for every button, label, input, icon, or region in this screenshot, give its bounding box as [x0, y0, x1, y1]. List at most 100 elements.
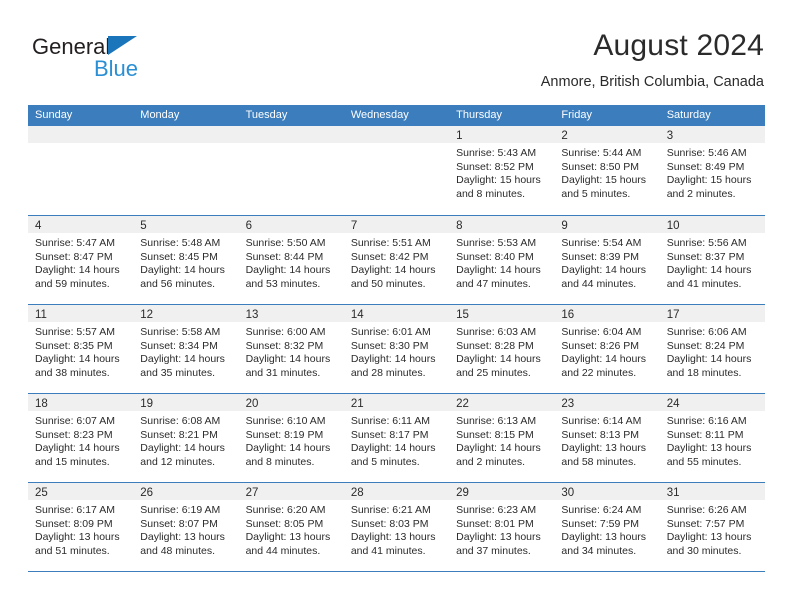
day-cell[interactable]: 1 Sunrise: 5:43 AM Sunset: 8:52 PM Dayli… — [449, 126, 555, 215]
daylight-line-1: Daylight: 15 hours — [456, 174, 541, 187]
day-number: 25 — [35, 487, 48, 499]
day-number: 12 — [140, 309, 154, 321]
day-cell[interactable]: 7 Sunrise: 5:51 AM Sunset: 8:42 PM Dayli… — [343, 216, 450, 304]
day-number: 10 — [666, 220, 680, 232]
day-cell[interactable]: 25 Sunrise: 6:17 AM Sunset: 8:09 PM Dayl… — [28, 483, 134, 571]
daylight-line-2: and 59 minutes. — [35, 277, 110, 290]
sunrise-line: Sunrise: 6:08 AM — [140, 415, 221, 427]
daylight-line-1: Daylight: 14 hours — [35, 442, 120, 455]
day-cell[interactable] — [28, 126, 134, 215]
day-number-strip: 22 — [449, 394, 555, 411]
calendar-bottom-border — [28, 571, 765, 572]
day-number-strip: 12 — [133, 305, 239, 322]
day-number-strip: 18 — [28, 394, 134, 411]
daylight-line-2: and 41 minutes. — [350, 544, 426, 557]
weekday-header-wednesday: Wednesday — [350, 109, 409, 121]
day-cell[interactable]: 22 Sunrise: 6:13 AM Sunset: 8:15 PM Dayl… — [449, 394, 555, 482]
day-cell[interactable] — [343, 126, 450, 215]
day-details: Sunrise: 6:00 AM Sunset: 8:32 PM Dayligh… — [239, 322, 344, 380]
day-number-strip: 9 — [554, 216, 660, 233]
daylight-line-2: and 15 minutes. — [35, 455, 110, 468]
sunset-line: Sunset: 8:26 PM — [561, 339, 640, 352]
daylight-line-1: Daylight: 14 hours — [35, 353, 120, 366]
day-cell[interactable]: 19 Sunrise: 6:08 AM Sunset: 8:21 PM Dayl… — [133, 394, 239, 482]
sunrise-line: Sunrise: 5:50 AM — [245, 237, 326, 249]
day-cell[interactable]: 18 Sunrise: 6:07 AM Sunset: 8:23 PM Dayl… — [28, 394, 134, 482]
day-cell[interactable]: 26 Sunrise: 6:19 AM Sunset: 8:07 PM Dayl… — [133, 483, 239, 571]
daylight-line-2: and 31 minutes. — [245, 366, 321, 379]
day-cell[interactable]: 16 Sunrise: 6:04 AM Sunset: 8:26 PM Dayl… — [554, 305, 660, 393]
day-cell[interactable]: 31 Sunrise: 6:26 AM Sunset: 7:57 PM Dayl… — [659, 483, 765, 571]
day-details — [133, 143, 238, 147]
day-cell[interactable]: 3 Sunrise: 5:46 AM Sunset: 8:49 PM Dayli… — [659, 126, 765, 215]
daylight-line-2: and 8 minutes. — [456, 187, 526, 200]
sunset-line: Sunset: 8:13 PM — [561, 428, 640, 441]
sunrise-line: Sunrise: 6:14 AM — [561, 415, 642, 427]
day-cell[interactable]: 17 Sunrise: 6:06 AM Sunset: 8:24 PM Dayl… — [659, 305, 765, 393]
daylight-line-1: Daylight: 13 hours — [35, 531, 120, 544]
week-row: 1 Sunrise: 5:43 AM Sunset: 8:52 PM Dayli… — [28, 126, 765, 215]
sunrise-line: Sunrise: 6:16 AM — [666, 415, 747, 427]
daylight-line-1: Daylight: 14 hours — [666, 264, 752, 277]
week-row: 18 Sunrise: 6:07 AM Sunset: 8:23 PM Dayl… — [28, 393, 765, 482]
day-cell[interactable] — [133, 126, 239, 215]
day-number-strip: 25 — [28, 483, 134, 500]
day-number-strip: 21 — [343, 394, 450, 411]
weekday-header-tuesday: Tuesday — [245, 109, 288, 121]
daylight-line-1: Daylight: 14 hours — [35, 264, 120, 277]
weekday-header-monday: Monday — [140, 109, 180, 121]
day-cell[interactable]: 28 Sunrise: 6:21 AM Sunset: 8:03 PM Dayl… — [343, 483, 450, 571]
day-cell[interactable]: 14 Sunrise: 6:01 AM Sunset: 8:30 PM Dayl… — [343, 305, 450, 393]
day-cell[interactable]: 30 Sunrise: 6:24 AM Sunset: 7:59 PM Dayl… — [554, 483, 660, 571]
sunrise-line: Sunrise: 6:07 AM — [35, 415, 115, 427]
day-number: 6 — [245, 220, 252, 232]
day-number: 20 — [245, 398, 259, 410]
daylight-line-1: Daylight: 14 hours — [140, 264, 225, 277]
day-number-strip — [343, 126, 450, 143]
daylight-line-1: Daylight: 14 hours — [245, 264, 331, 277]
daylight-line-2: and 47 minutes. — [456, 277, 531, 290]
sunrise-line: Sunrise: 5:46 AM — [666, 147, 747, 159]
day-details: Sunrise: 6:21 AM Sunset: 8:03 PM Dayligh… — [344, 500, 449, 558]
weekday-header-saturday: Saturday — [666, 109, 711, 121]
day-cell[interactable]: 29 Sunrise: 6:23 AM Sunset: 8:01 PM Dayl… — [449, 483, 555, 571]
day-details: Sunrise: 6:07 AM Sunset: 8:23 PM Dayligh… — [28, 411, 133, 469]
sunrise-line: Sunrise: 5:44 AM — [561, 147, 642, 159]
sunrise-line: Sunrise: 6:01 AM — [350, 326, 431, 338]
logo[interactable]: General Blue — [32, 34, 222, 94]
day-number-strip: 8 — [449, 216, 555, 233]
day-number-strip: 29 — [449, 483, 555, 500]
day-cell[interactable]: 8 Sunrise: 5:53 AM Sunset: 8:40 PM Dayli… — [449, 216, 555, 304]
day-cell[interactable] — [238, 126, 344, 215]
day-cell[interactable]: 23 Sunrise: 6:14 AM Sunset: 8:13 PM Dayl… — [554, 394, 660, 482]
day-cell[interactable]: 5 Sunrise: 5:48 AM Sunset: 8:45 PM Dayli… — [133, 216, 239, 304]
day-cell[interactable]: 10 Sunrise: 5:56 AM Sunset: 8:37 PM Dayl… — [659, 216, 765, 304]
day-cell[interactable]: 9 Sunrise: 5:54 AM Sunset: 8:39 PM Dayli… — [554, 216, 660, 304]
day-cell[interactable]: 12 Sunrise: 5:58 AM Sunset: 8:34 PM Dayl… — [133, 305, 239, 393]
sunset-line: Sunset: 8:49 PM — [666, 160, 745, 173]
sunrise-line: Sunrise: 6:26 AM — [666, 504, 747, 516]
day-details: Sunrise: 5:48 AM Sunset: 8:45 PM Dayligh… — [133, 233, 238, 291]
day-number: 19 — [140, 398, 154, 410]
day-cell[interactable]: 6 Sunrise: 5:50 AM Sunset: 8:44 PM Dayli… — [238, 216, 344, 304]
day-cell[interactable]: 24 Sunrise: 6:16 AM Sunset: 8:11 PM Dayl… — [659, 394, 765, 482]
sunset-line: Sunset: 8:24 PM — [666, 339, 745, 352]
day-cell[interactable]: 13 Sunrise: 6:00 AM Sunset: 8:32 PM Dayl… — [238, 305, 344, 393]
sunrise-line: Sunrise: 5:48 AM — [140, 237, 221, 249]
day-cell[interactable]: 20 Sunrise: 6:10 AM Sunset: 8:19 PM Dayl… — [238, 394, 344, 482]
daylight-line-2: and 56 minutes. — [140, 277, 215, 290]
daylight-line-1: Daylight: 13 hours — [666, 531, 752, 544]
day-cell[interactable]: 15 Sunrise: 6:03 AM Sunset: 8:28 PM Dayl… — [449, 305, 555, 393]
daylight-line-1: Daylight: 13 hours — [350, 531, 436, 544]
day-cell[interactable]: 21 Sunrise: 6:11 AM Sunset: 8:17 PM Dayl… — [343, 394, 450, 482]
day-cell[interactable]: 27 Sunrise: 6:20 AM Sunset: 8:05 PM Dayl… — [238, 483, 344, 571]
day-cell[interactable]: 4 Sunrise: 5:47 AM Sunset: 8:47 PM Dayli… — [28, 216, 134, 304]
day-number-strip: 27 — [238, 483, 344, 500]
day-details: Sunrise: 5:58 AM Sunset: 8:34 PM Dayligh… — [133, 322, 238, 380]
sunrise-line: Sunrise: 5:54 AM — [561, 237, 642, 249]
day-cell[interactable]: 11 Sunrise: 5:57 AM Sunset: 8:35 PM Dayl… — [28, 305, 134, 393]
day-number-strip: 7 — [343, 216, 450, 233]
day-number-strip: 17 — [659, 305, 765, 322]
daylight-line-2: and 48 minutes. — [140, 544, 215, 557]
day-cell[interactable]: 2 Sunrise: 5:44 AM Sunset: 8:50 PM Dayli… — [554, 126, 660, 215]
